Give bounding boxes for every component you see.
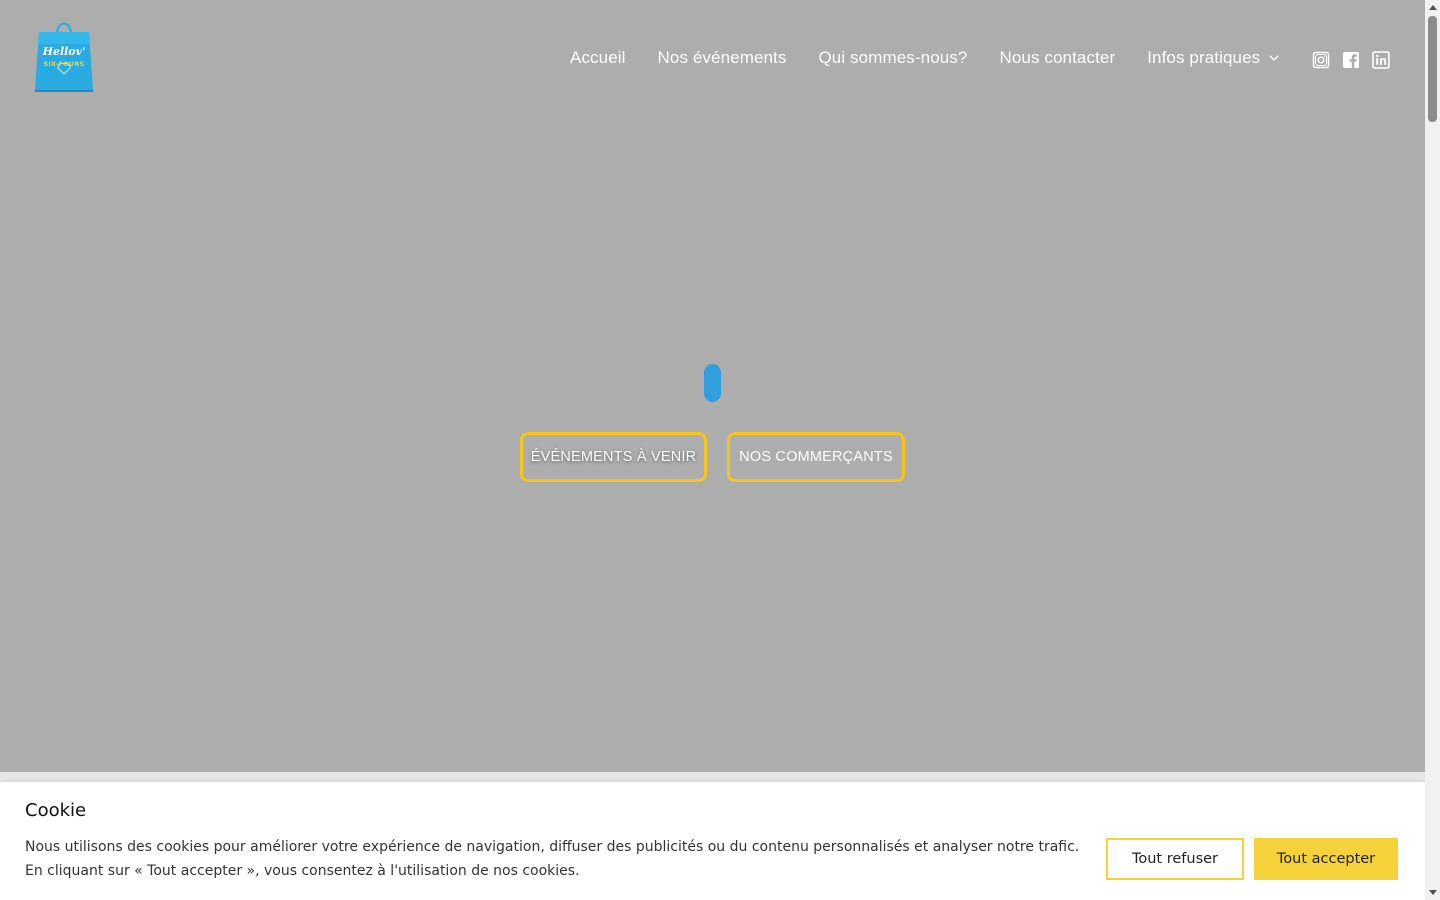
site-header: Hellov' SIX-FOURS Accueil Nos événements… — [0, 0, 1425, 120]
linkedin-icon[interactable] — [1372, 51, 1390, 69]
nav-item-infos-pratiques[interactable]: Infos pratiques — [1147, 48, 1280, 68]
instagram-icon[interactable] — [1312, 51, 1330, 69]
shopping-bag-icon — [35, 22, 93, 92]
logo-title: Hellov' — [42, 45, 86, 58]
site-logo[interactable]: Hellov' SIX-FOURS — [33, 14, 95, 104]
chevron-down-icon — [1269, 55, 1279, 62]
nav-item-accueil[interactable]: Accueil — [570, 48, 626, 68]
nav-item-label: Qui sommes-nous? — [818, 48, 968, 67]
accept-all-button[interactable]: Tout accepter — [1254, 838, 1398, 880]
nav-item-nous-contacter[interactable]: Nous contacter — [999, 48, 1115, 68]
scrollbar-thumb[interactable] — [1428, 16, 1437, 122]
facebook-icon[interactable] — [1342, 51, 1360, 69]
loading-indicator — [704, 364, 721, 402]
refuse-all-button[interactable]: Tout refuser — [1106, 838, 1244, 880]
cookie-text: Nous utilisons des cookies pour améliore… — [25, 839, 1080, 879]
nav-item-label: Nous contacter — [999, 48, 1116, 67]
nav-item-evenements[interactable]: Nos événements — [658, 48, 787, 68]
nav-item-label: Infos pratiques — [1147, 48, 1261, 67]
cookie-banner: Cookie Nous utilisons des cookies pour a… — [0, 782, 1425, 900]
logo-subtitle: SIX-FOURS — [43, 60, 85, 68]
nav-item-label: Accueil — [570, 48, 626, 67]
vertical-scrollbar[interactable] — [1425, 0, 1440, 900]
nav-item-qui-sommes-nous[interactable]: Qui sommes-nous? — [818, 48, 967, 68]
main-navigation: Accueil Nos événements Qui sommes-nous? … — [570, 46, 1280, 70]
scroll-down-arrow-icon[interactable] — [1425, 886, 1440, 900]
page-viewport: Hellov' SIX-FOURS Accueil Nos événements… — [0, 0, 1425, 900]
cookie-title: Cookie — [25, 800, 87, 821]
merchants-button[interactable]: NOS COMMERÇANTS — [727, 432, 905, 482]
hero-section: Hellov' SIX-FOURS Accueil Nos événements… — [0, 0, 1425, 772]
social-links — [1312, 51, 1390, 69]
upcoming-events-button[interactable]: ÉVÉNEMENTS À VENIR — [520, 432, 707, 482]
page-divider — [0, 772, 1425, 782]
scroll-up-arrow-icon[interactable] — [1425, 0, 1440, 14]
nav-item-label: Nos événements — [657, 48, 787, 67]
